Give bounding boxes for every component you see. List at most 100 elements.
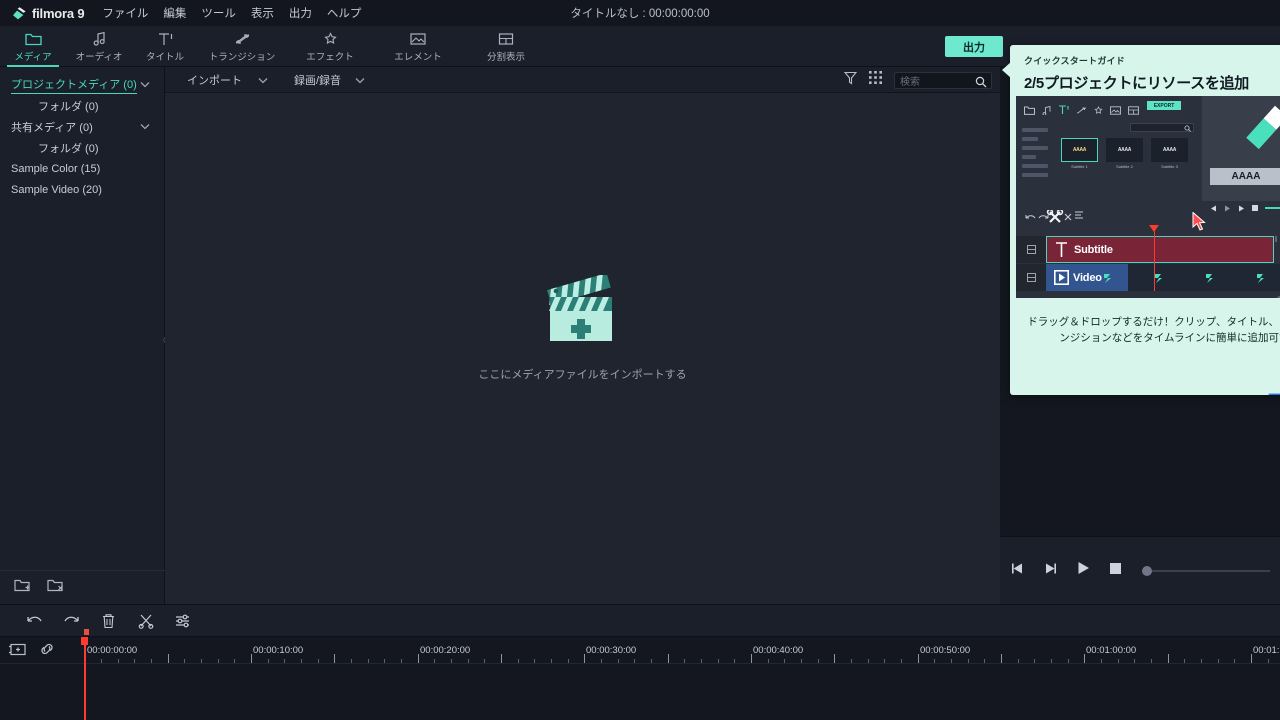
timeline: 00:00:00:00 00:00:10:00 00:00:20:00 00:0… [0, 637, 1280, 720]
delete-folder-icon[interactable] [47, 578, 64, 598]
transition-arrows-icon [234, 31, 251, 47]
step-forward-icon[interactable] [1043, 562, 1058, 580]
library-item-sample-color[interactable]: Sample Color (15) [0, 158, 164, 179]
guide-kicker: クイックスタートガイド [1024, 56, 1125, 66]
link-chain-icon[interactable] [39, 641, 55, 662]
music-note-icon [92, 31, 107, 47]
undo-button[interactable] [16, 604, 53, 637]
library-footer [0, 570, 165, 604]
preview-progress-slider[interactable] [1142, 565, 1270, 576]
menu-help[interactable]: ヘルプ [327, 5, 362, 21]
ruler-label-4: 00:00:40:00 [753, 645, 804, 656]
tab-transition[interactable]: トランジション [198, 26, 286, 67]
menu-export[interactable]: 出力 [289, 5, 312, 21]
mock-search-box [1130, 123, 1194, 132]
ruler-label-0: 00:00:00:00 [87, 645, 138, 656]
ruler-label-1: 00:00:10:00 [253, 645, 304, 656]
ruler-label-7: 00:01:10:00 [1253, 645, 1280, 656]
library-item-project-media[interactable]: プロジェクトメディア (0) [0, 74, 164, 95]
tab-elements-label: エレメント [394, 51, 442, 63]
step-backward-icon[interactable] [1010, 562, 1025, 580]
delete-button[interactable] [90, 604, 127, 637]
mock-preview-text: AAAA [1210, 168, 1280, 185]
ruler-label-3: 00:00:30:00 [586, 645, 637, 656]
library-item-shared-folder[interactable]: フォルダ (0) [0, 137, 164, 158]
tab-effects[interactable]: エフェクト [286, 26, 374, 67]
play-icon[interactable] [1076, 561, 1091, 580]
guide-next-button[interactable] [1268, 393, 1280, 395]
tab-transition-label: トランジション [208, 51, 276, 63]
image-element-icon [410, 31, 426, 47]
mock-player-controls [1202, 201, 1280, 215]
text-t-icon [157, 31, 173, 47]
menu-view[interactable]: 表示 [251, 5, 274, 21]
filmora-logo-icon [12, 6, 27, 21]
mock-thumb-1: AAAA Subtitle 1 [1061, 138, 1098, 169]
media-drop-area[interactable]: ここにメディアファイルをインポートする [165, 93, 1000, 604]
timeline-tracks-area[interactable] [0, 663, 1280, 720]
menu-tools[interactable]: ツール [201, 5, 236, 21]
media-library-panel: プロジェクトメディア (0) フォルダ (0) 共有メディア (0) フォルダ … [0, 67, 165, 604]
ruler-label-6: 00:01:00:00 [1086, 645, 1137, 656]
library-item-sample-video[interactable]: Sample Video (20) [0, 179, 164, 200]
quick-start-guide-popup: クイックスタートガイド 2/5プロジェクトにリソースを追加 EXPORT AAA… [1010, 45, 1280, 395]
preview-progress-knob[interactable] [1142, 565, 1152, 576]
timeline-toolbar [0, 604, 1280, 637]
add-media-icon[interactable] [8, 641, 27, 662]
mock-thumb-3: AAAA Subtitle 3 [1151, 138, 1188, 169]
mock-export-button: EXPORT [1147, 101, 1181, 110]
timeline-playhead-handle[interactable] [81, 637, 88, 645]
filmora-app-window: filmora 9 ファイル 編集 ツール 表示 出力 ヘルプ タイトルなし :… [0, 0, 1280, 720]
mock-video-track-head [1016, 264, 1046, 291]
tab-media[interactable]: メディア [0, 26, 66, 67]
mock-thumb-2: AAAA Subtitle 2 [1106, 138, 1143, 169]
tab-title[interactable]: タイトル [132, 26, 198, 67]
mock-subtitle-clip: Subtitle [1046, 236, 1274, 263]
timeline-ruler[interactable]: 00:00:00:00 00:00:10:00 00:00:20:00 00:0… [84, 637, 1280, 663]
mock-thumbnail-row: AAAA Subtitle 1 AAAA Subtitle 2 AAAA Sub… [1061, 138, 1188, 169]
tab-elements[interactable]: エレメント [374, 26, 462, 67]
tab-audio-label: オーディオ [75, 51, 123, 63]
split-screen-icon [498, 31, 514, 47]
mouse-cursor-icon [1192, 211, 1208, 237]
stop-icon[interactable] [1109, 562, 1122, 580]
library-item-shared-media[interactable]: 共有メディア (0) [0, 116, 164, 137]
app-logo-text: filmora 9 [32, 5, 85, 21]
menu-items: ファイル 編集 ツール 表示 出力 ヘルプ [102, 5, 361, 21]
new-folder-icon[interactable] [14, 578, 31, 598]
clapperboard-plus-icon[interactable] [544, 273, 622, 350]
media-drop-label: ここにメディアファイルをインポートする [478, 369, 687, 381]
library-item-project-folder[interactable]: フォルダ (0) [0, 95, 164, 116]
tab-split-screen[interactable]: 分割表示 [462, 26, 550, 67]
mock-video-track: Video [1046, 264, 1280, 291]
timeline-playhead[interactable] [84, 637, 86, 720]
export-button[interactable]: 出力 [945, 36, 1003, 57]
folder-icon [24, 31, 42, 47]
tab-media-label: メディア [14, 51, 52, 63]
player-controls [1000, 536, 1280, 604]
mock-preview-pane: AAAA [1202, 96, 1280, 215]
tab-audio[interactable]: オーディオ [66, 26, 132, 67]
menu-edit[interactable]: 編集 [163, 5, 186, 21]
tab-split-label: 分割表示 [486, 51, 525, 63]
chevron-down-icon[interactable] [140, 121, 150, 133]
chevron-down-icon[interactable] [140, 79, 150, 91]
mock-subtitle-track-head [1016, 236, 1046, 263]
guide-description: ドラッグ＆ドロップするだけ！クリップ、タイトル、トランジションなどをタイムライン… [1027, 316, 1280, 344]
guide-illustration: EXPORT AAAA Subtitle 1 AAAA Subtitle 2 A [1016, 96, 1280, 298]
app-logo: filmora 9 [0, 6, 94, 21]
ruler-label-5: 00:00:50:00 [920, 645, 971, 656]
mock-sidebar [1022, 128, 1048, 182]
settings-button[interactable] [164, 604, 201, 637]
tab-effects-label: エフェクト [306, 51, 354, 63]
effects-sparkle-icon [323, 31, 338, 47]
guide-title: 2/5プロジェクトにリソースを追加 [1024, 75, 1250, 92]
split-button[interactable] [127, 604, 164, 637]
guide-pointer-tail [1002, 62, 1011, 78]
menu-file[interactable]: ファイル [102, 5, 148, 21]
tab-title-label: タイトル [145, 51, 184, 63]
ruler-label-2: 00:00:20:00 [420, 645, 471, 656]
timeline-left-buttons [8, 641, 55, 662]
menu-bar: filmora 9 ファイル 編集 ツール 表示 出力 ヘルプ [0, 0, 1280, 26]
timeline-position-marker [84, 629, 89, 635]
